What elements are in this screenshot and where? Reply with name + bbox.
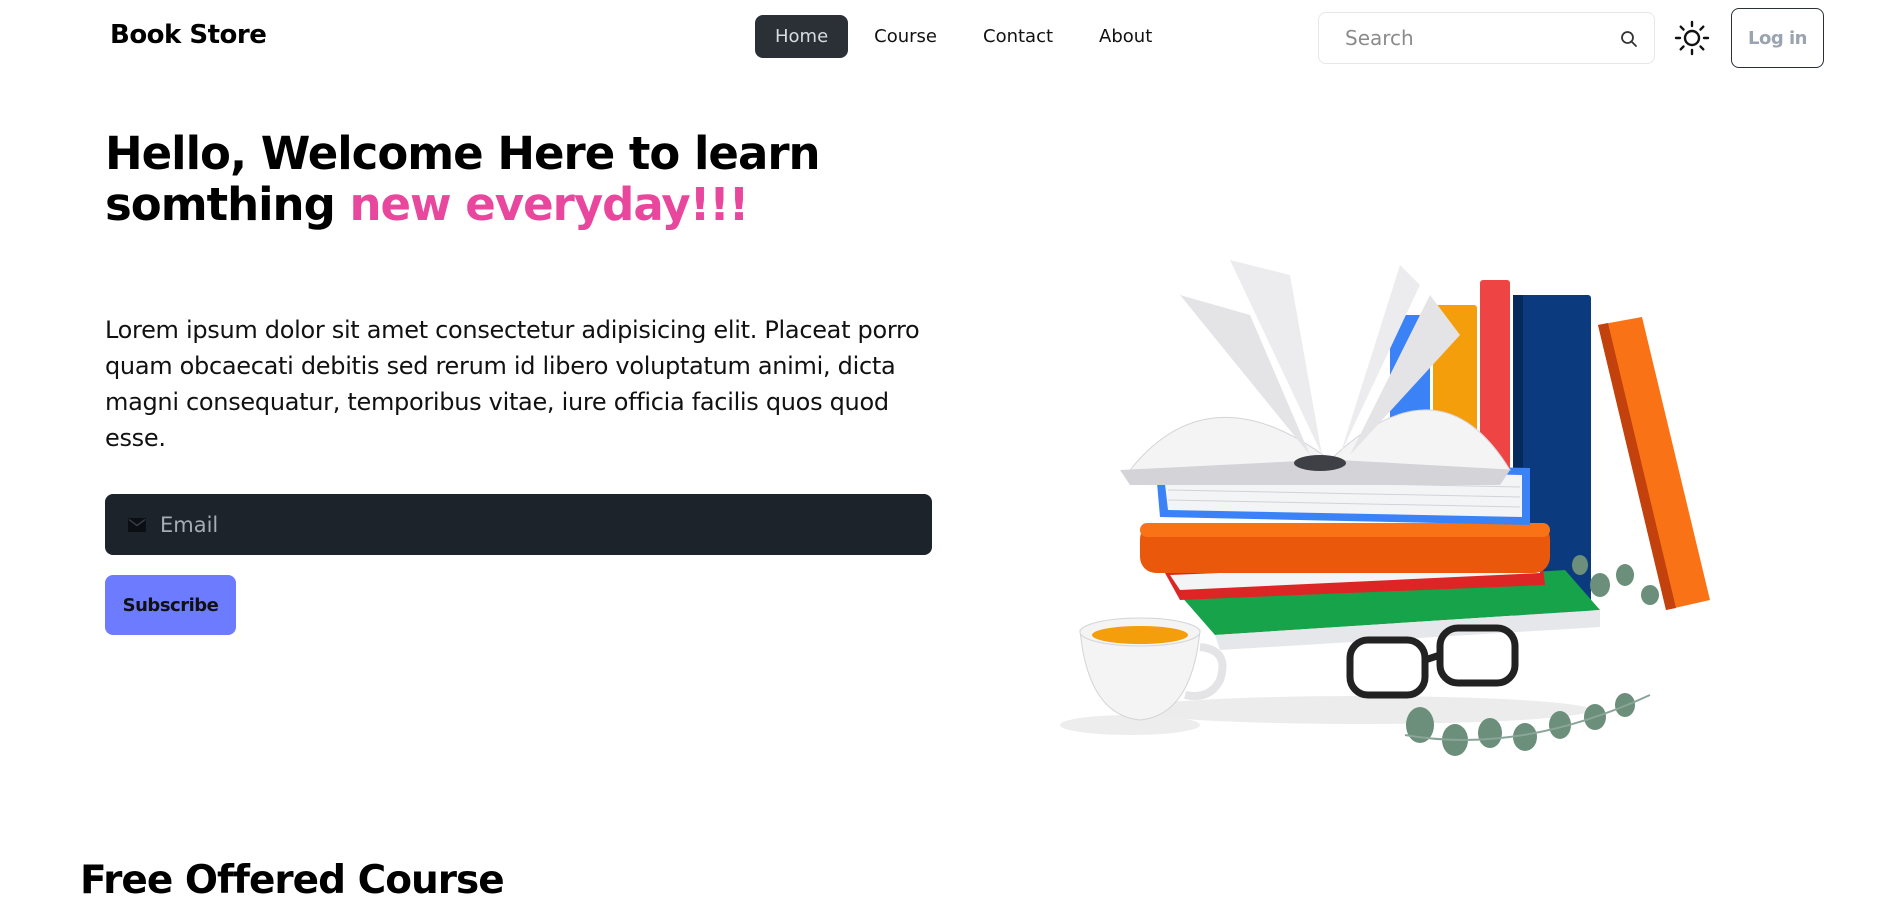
nav-link-contact[interactable]: Contact bbox=[963, 15, 1073, 58]
hero-title-line1: Hello, Welcome Here to learn bbox=[105, 127, 821, 180]
email-field bbox=[105, 494, 932, 555]
search-icon[interactable] bbox=[1620, 30, 1638, 48]
mail-icon bbox=[128, 517, 146, 532]
email-input[interactable] bbox=[160, 512, 920, 537]
navbar: Book Store Home Course Contact About Log… bbox=[0, 0, 1900, 76]
nav-link-course[interactable]: Course bbox=[854, 15, 957, 58]
sun-icon[interactable] bbox=[1674, 20, 1710, 56]
brand-logo[interactable]: Book Store bbox=[110, 20, 267, 50]
hero-description: Lorem ipsum dolor sit amet consectetur a… bbox=[105, 316, 920, 452]
search-box bbox=[1318, 12, 1655, 64]
section-title: Free Offered Course bbox=[80, 858, 505, 901]
hero-title-line2: somthing bbox=[105, 178, 350, 231]
books-illustration bbox=[1060, 260, 1710, 756]
nav-link-about[interactable]: About bbox=[1079, 15, 1172, 58]
hero-title-highlight: new everyday!!! bbox=[349, 178, 749, 231]
search-input[interactable] bbox=[1319, 26, 1609, 50]
nav-menu: Home Course Contact About bbox=[755, 15, 1172, 58]
hero-title: Hello, Welcome Here to learn somthing ne… bbox=[105, 128, 905, 230]
login-button[interactable]: Log in bbox=[1731, 8, 1824, 68]
subscribe-button[interactable]: Subscribe bbox=[105, 575, 236, 635]
nav-link-home[interactable]: Home bbox=[755, 15, 849, 58]
